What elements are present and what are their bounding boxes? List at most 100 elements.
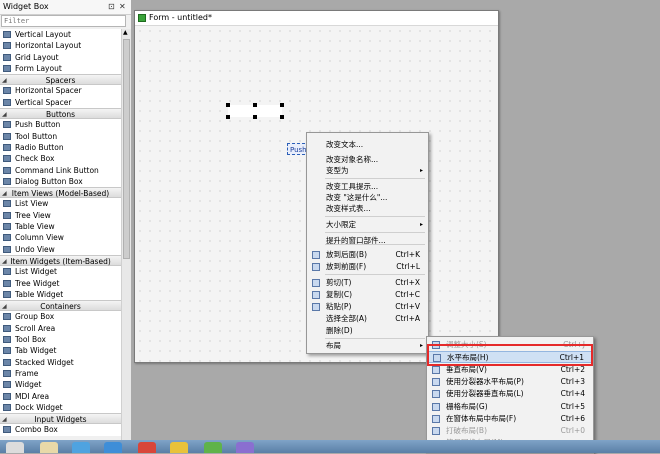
widget-item[interactable]: Widget	[0, 379, 121, 391]
widget-label: Dialog Button Box	[15, 176, 83, 186]
widget-label: List Widget	[15, 267, 57, 277]
menu-item[interactable]: 提升的窗口部件...	[308, 235, 427, 247]
menu-item[interactable]: 剪切(T) Ctrl+X	[308, 277, 427, 289]
close-icon[interactable]: ✕	[119, 0, 126, 14]
menu-item[interactable]: 使用分裂器垂直布局(L) Ctrl+4	[428, 388, 592, 400]
taskbar-app-icon[interactable]	[138, 442, 156, 453]
column-view-icon	[3, 234, 11, 242]
taskbar-app-icon[interactable]	[204, 442, 222, 453]
filter-input[interactable]	[1, 15, 126, 27]
menu-item[interactable]: 放到前面(F) Ctrl+L	[308, 261, 427, 273]
menu-item-label: 垂直布局(V)	[446, 365, 487, 374]
widget-item[interactable]: MDI Area	[0, 390, 121, 402]
widget-label: Item Views (Model-Based)	[11, 189, 110, 199]
menu-item-label: 复制(C)	[326, 290, 353, 299]
widget-list: Vertical Layout Horizontal Layout Grid Lay…	[0, 29, 121, 436]
taskbar-app-icon[interactable]	[6, 442, 24, 453]
widget-category-header[interactable]: ◢ Spacers	[0, 74, 121, 86]
widget-item[interactable]: Tool Button	[0, 130, 121, 142]
widget-category-header[interactable]: ◢ Input Widgets	[0, 413, 121, 425]
widget-item[interactable]: Form Layout	[0, 62, 121, 75]
widget-item[interactable]: Frame	[0, 367, 121, 380]
menu-item[interactable]: 布局 ▸	[308, 340, 427, 352]
widget-item[interactable]: Tab Widget	[0, 345, 121, 357]
taskbar-app-icon[interactable]	[72, 442, 90, 453]
menu-item[interactable]: 在窗体布局中布局(F) Ctrl+6	[428, 413, 592, 425]
widget-item[interactable]: Dialog Button Box	[0, 175, 121, 188]
menu-item[interactable]: 大小限定 ▸	[308, 219, 427, 231]
taskbar	[0, 440, 660, 453]
resize-handle[interactable]	[226, 103, 230, 107]
widget-label: Radio Button	[15, 142, 64, 152]
widget-item[interactable]: Vertical Spacer	[0, 96, 121, 109]
form-titlebar[interactable]: Form - untitled*	[135, 11, 498, 26]
widget-category-header[interactable]: ◢ Buttons	[0, 108, 121, 120]
taskbar-app-icon[interactable]	[236, 442, 254, 453]
context-menu: 改变文本... 改变对象名称... 变型为 ▸ 改变工具提示... 改变 "这是什么"..…	[306, 132, 429, 354]
vertical-layout-icon	[432, 366, 440, 374]
menu-item[interactable]: 栅格布局(G) Ctrl+5	[428, 401, 592, 413]
resize-handle[interactable]	[280, 103, 284, 107]
menu-item[interactable]: 选择全部(A) Ctrl+A	[308, 313, 427, 325]
menu-separator	[325, 338, 425, 339]
menu-item-label: 选择全部(A)	[326, 314, 367, 323]
widget-item[interactable]: Tree View	[0, 209, 121, 222]
menu-item[interactable]: 粘贴(P) Ctrl+V	[308, 301, 427, 313]
widget-item[interactable]: Tool Box	[0, 334, 121, 346]
widget-label: Combo Box	[15, 425, 58, 435]
menu-item[interactable]: 打破布局(B) Ctrl+0	[428, 425, 592, 437]
bring-front-icon	[312, 263, 320, 271]
widget-item[interactable]: Tree Widget	[0, 277, 121, 289]
widget-item[interactable]: List View	[0, 198, 121, 210]
resize-handle[interactable]	[226, 115, 230, 119]
widget-category-header[interactable]: ◢ Item Views (Model-Based)	[0, 187, 121, 199]
resize-handle[interactable]	[253, 115, 257, 119]
widget-item[interactable]: Vertical Layout	[0, 29, 121, 41]
widget-item[interactable]: Stacked Widget	[0, 356, 121, 368]
menu-item[interactable]: 改变文本...	[308, 139, 427, 151]
widget-item[interactable]: List Widget	[0, 266, 121, 278]
menu-item[interactable]: 改变样式表...	[308, 203, 427, 215]
menu-shortcut: Ctrl+3	[560, 377, 585, 386]
menu-item-label: 使用分裂器垂直布局(L)	[446, 389, 524, 398]
menu-item[interactable]: 删除(D)	[308, 325, 427, 337]
widget-item[interactable]: Radio Button	[0, 141, 121, 154]
widget-item[interactable]: Group Box	[0, 311, 121, 323]
widget-box-scrollbar[interactable]: ▲	[121, 29, 131, 440]
widget-item[interactable]: Column View	[0, 232, 121, 244]
taskbar-app-icon[interactable]	[40, 442, 58, 453]
form-icon	[138, 14, 146, 22]
widget-item[interactable]: Scroll Area	[0, 322, 121, 335]
taskbar-app-icon[interactable]	[104, 442, 122, 453]
layout-placeholder[interactable]	[226, 103, 284, 119]
menu-item-label: 粘贴(P)	[326, 302, 352, 311]
widget-item[interactable]: Push Button	[0, 119, 121, 131]
paste-icon	[312, 303, 320, 311]
widget-item[interactable]: Horizontal Spacer	[0, 85, 121, 97]
widget-item[interactable]: Table Widget	[0, 288, 121, 301]
menu-item[interactable]: 放到后面(B) Ctrl+K	[308, 249, 427, 261]
widget-item[interactable]: Horizontal Layout	[0, 40, 121, 52]
resize-handle[interactable]	[280, 115, 284, 119]
resize-handle[interactable]	[253, 103, 257, 107]
widget-item[interactable]: Check Box	[0, 153, 121, 165]
float-icon[interactable]: ⊡	[108, 0, 115, 14]
submenu-arrow-icon: ▸	[419, 221, 423, 228]
menu-item-label: 放到前面(F)	[326, 262, 367, 271]
widget-item[interactable]: Dock Widget	[0, 401, 121, 414]
widget-item[interactable]: Combo Box	[0, 424, 121, 436]
scroll-up-icon[interactable]: ▲	[123, 29, 128, 36]
widget-item[interactable]: Grid Layout	[0, 51, 121, 63]
menu-item[interactable]: 使用分裂器水平布局(P) Ctrl+3	[428, 376, 592, 388]
widget-category-header[interactable]: ◢ Item Widgets (Item-Based)	[0, 254, 121, 267]
menu-item[interactable]: 复制(C) Ctrl+C	[308, 289, 427, 301]
group-box-icon	[3, 313, 11, 321]
widget-item[interactable]: Undo View	[0, 243, 121, 255]
menu-item-label: 改变样式表...	[326, 204, 371, 213]
widget-category-header[interactable]: ◢ Containers	[0, 300, 121, 312]
widget-item[interactable]: Command Link Button	[0, 164, 121, 176]
scroll-thumb[interactable]	[123, 39, 130, 259]
menu-item[interactable]: 变型为 ▸	[308, 165, 427, 177]
widget-item[interactable]: Table View	[0, 221, 121, 233]
taskbar-app-icon[interactable]	[170, 442, 188, 453]
